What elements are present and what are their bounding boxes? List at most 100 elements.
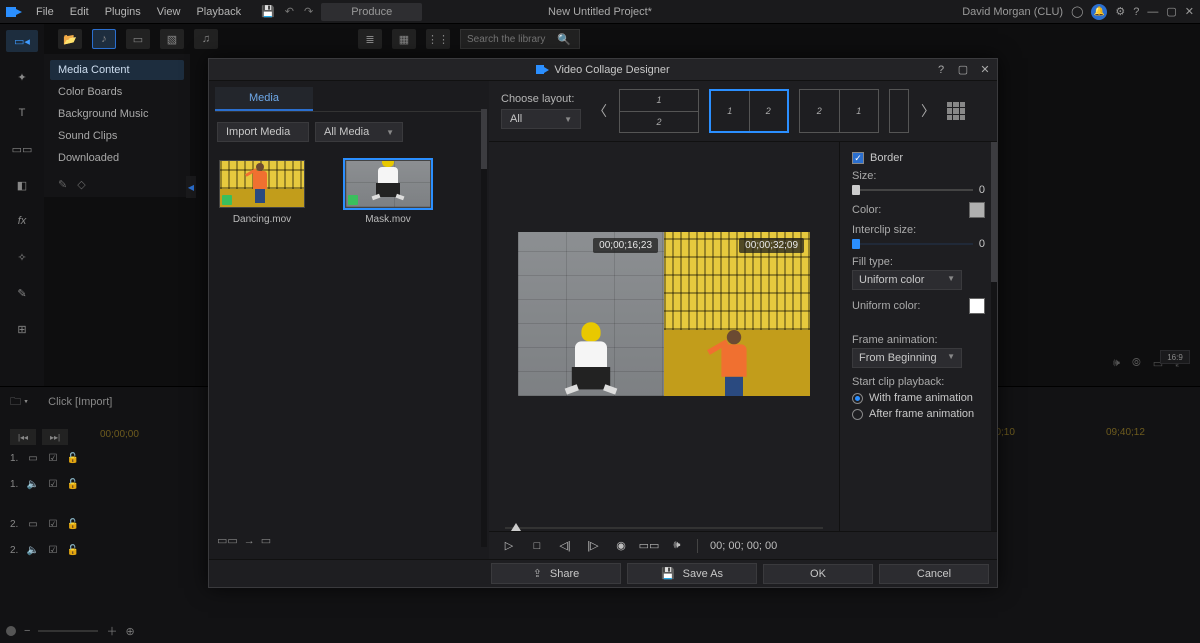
stop-icon[interactable]: □ [529,538,545,554]
menu-file[interactable]: File [32,6,58,18]
undo-icon[interactable]: ↶ [285,5,294,18]
settings-gear-icon[interactable]: ⚙ [1115,5,1125,18]
link-icon[interactable]: ☑ [46,453,60,464]
step-fwd-icon[interactable]: |▷ [585,538,601,554]
uniform-color-swatch[interactable] [969,298,985,314]
particle-room-icon[interactable]: ✧ [6,246,38,268]
grid-view-icon[interactable]: ▦ [392,29,416,49]
media-room-tab-icon[interactable]: ▭◂ [6,30,38,52]
collage-preview[interactable]: 00;00;16;23 00;00;32;09 [518,232,810,396]
mute-icon[interactable]: 🕪 [669,538,685,554]
dialog-maximize-icon[interactable]: ▢ [955,62,971,78]
sidebar-item-background-music[interactable]: Background Music [50,104,184,124]
overlay-room-icon[interactable]: ⊞ [6,318,38,340]
menu-plugins[interactable]: Plugins [101,6,145,18]
fill-type-dropdown[interactable]: Uniform color▼ [852,270,962,290]
radio-after-frame-animation[interactable] [852,409,863,420]
link-icon[interactable]: ☑ [46,519,60,530]
fit-icon[interactable]: ⊕ [125,625,134,638]
lock-icon[interactable]: 🔓 [66,479,80,490]
produce-button[interactable]: Produce [321,3,422,21]
search-box[interactable]: 🔍 [460,29,580,49]
border-checkbox[interactable]: ✓ [852,152,864,164]
lock-icon[interactable]: 🔓 [66,453,80,464]
transition-room-icon[interactable]: ▭▭ [6,138,38,160]
media-scrollbar[interactable] [481,109,487,169]
track-1-audio[interactable]: 1.🔈☑🔓 [0,471,96,497]
close-app-icon[interactable]: ✕ [1185,5,1194,18]
sort-icon[interactable]: ⋮⋮ [426,29,450,49]
step-back-icon[interactable]: ◁| [557,538,573,554]
play-icon[interactable]: ▷ [501,538,517,554]
search-icon[interactable]: 🔍 [557,33,571,46]
minimize-icon[interactable]: — [1147,6,1158,18]
dialog-titlebar[interactable]: Video Collage Designer ? ▢ ✕ [209,59,997,81]
preview-scrubber[interactable] [505,527,823,529]
explorer-icon[interactable]: ▭ [126,29,150,49]
media-filter-dropdown[interactable]: All Media▼ [315,122,403,142]
sidebar-item-downloaded[interactable]: Downloaded [50,148,184,168]
save-icon[interactable]: 💾 [261,5,275,18]
snapshot-icon[interactable]: ◉ [613,538,629,554]
layout-next-icon[interactable]: 〉 [919,101,937,121]
preview-slot-1[interactable]: 00;00;16;23 [518,232,664,396]
aspect-ratio-badge[interactable]: 16:9 [1160,350,1190,364]
volume-icon[interactable]: 🕪 [1113,357,1120,370]
list-view-icon[interactable]: ≣ [358,29,382,49]
marker-dot-icon[interactable] [6,626,16,636]
title-room-icon[interactable]: T [6,102,38,124]
add-tag-icon[interactable]: ✎ [58,178,67,191]
border-color-swatch[interactable] [969,202,985,218]
border-size-slider[interactable] [852,189,973,191]
user-name[interactable]: David Morgan (CLU) [962,6,1063,18]
frame-animation-dropdown[interactable]: From Beginning▼ [852,348,962,368]
timeline-folder-icon[interactable]: 🗀 ▾ [10,393,28,412]
audio-icon[interactable]: ♫ [194,29,218,49]
notifications-icon[interactable]: 🔔 [1091,4,1107,20]
lock-icon[interactable]: 🔓 [66,519,80,530]
track-2-audio[interactable]: 2.🔈☑🔓 [0,537,96,563]
layout-option-more[interactable] [889,89,909,133]
settings-scrollbar[interactable] [991,142,997,282]
preview-slot-2[interactable]: 00;00;32;09 [664,232,810,396]
cancel-button[interactable]: Cancel [879,564,989,584]
sidebar-item-media-content[interactable]: Media Content [50,60,184,80]
save-as-button[interactable]: 💾Save As [627,563,757,584]
layout-filter-dropdown[interactable]: All▼ [501,109,581,129]
maximize-icon[interactable]: ▢ [1166,5,1176,18]
layout-grid-icon[interactable] [947,102,965,120]
clip-thumb[interactable]: Mask.mov [345,160,431,225]
brush-icon[interactable]: ✎ [6,282,38,304]
ok-button[interactable]: OK [763,564,873,584]
scrubber-handle-icon[interactable] [511,523,521,531]
tag-outline-icon[interactable]: ◇ [77,178,85,191]
dialog-close-icon[interactable]: ✕ [977,62,993,78]
filmstrip-icon[interactable]: ▭ [261,534,271,547]
timeline-zoom-slider[interactable] [38,630,98,632]
layout-option-2h[interactable]: 12 [619,89,699,133]
fx-room-icon[interactable]: fx [6,210,38,232]
link-icon[interactable]: ☑ [46,545,60,556]
sidebar-item-sound-clips[interactable]: Sound Clips [50,126,184,146]
image-icon[interactable]: ▧ [160,29,184,49]
layout-option-2v[interactable]: 12 [709,89,789,133]
menu-view[interactable]: View [153,6,185,18]
lock-icon[interactable]: 🔓 [66,545,80,556]
tab-media[interactable]: Media [215,87,313,111]
interclip-slider[interactable] [852,243,973,245]
snap-right-icon[interactable]: ▸▸| [42,429,68,445]
share-button[interactable]: ⇪Share [491,563,621,584]
snap-left-icon[interactable]: |◂◂ [10,429,36,445]
zoom-in-icon[interactable]: ＋ [106,623,117,639]
clip-thumb[interactable]: Dancing.mov [219,160,305,225]
user-avatar-icon[interactable]: ◯ [1071,5,1083,18]
pip-room-icon[interactable]: ◧ [6,174,38,196]
loop-icon[interactable]: ▭▭ [641,538,657,554]
radio-with-frame-animation[interactable] [852,393,863,404]
storyboard-icon[interactable]: ▭▭ [217,534,238,547]
media-room-icon[interactable]: ♪ [92,29,116,49]
open-folder-icon[interactable]: 📂 [58,29,82,49]
sidebar-item-color-boards[interactable]: Color Boards [50,82,184,102]
track-2-video[interactable]: 2.▭☑🔓 [0,511,96,537]
redo-icon[interactable]: ↷ [304,5,313,18]
